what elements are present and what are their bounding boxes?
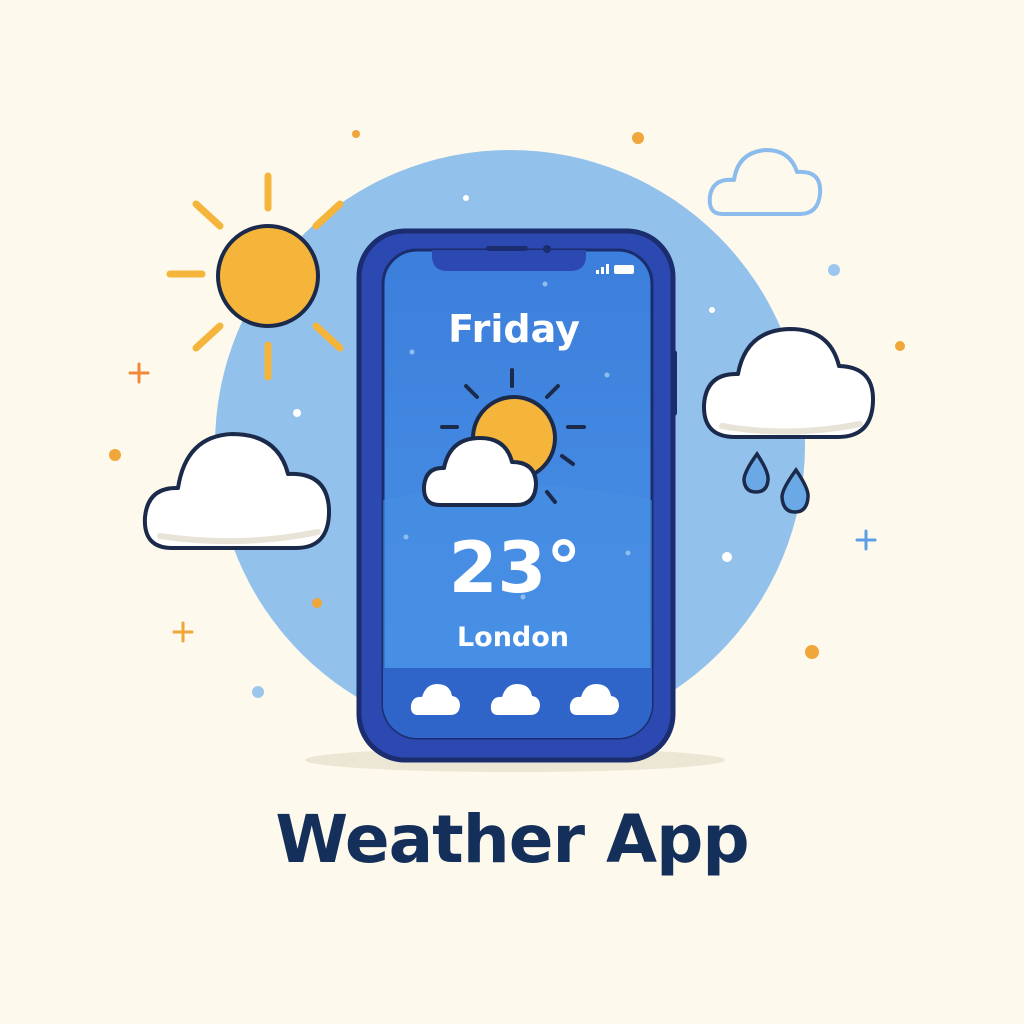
phone-device: Friday 23° London	[356, 228, 677, 763]
temperature-value: 23°	[449, 527, 581, 609]
phone-notch	[432, 250, 586, 271]
cloud-outline-icon	[707, 148, 823, 216]
front-camera	[543, 245, 551, 253]
city-label: London	[457, 622, 569, 653]
speaker-grille	[486, 246, 528, 251]
app-title: Weather App	[275, 801, 749, 878]
day-label: Friday	[448, 307, 580, 351]
battery-icon	[614, 265, 634, 274]
weather-app-illustration: Friday 23° London Weather App	[0, 0, 1024, 1024]
